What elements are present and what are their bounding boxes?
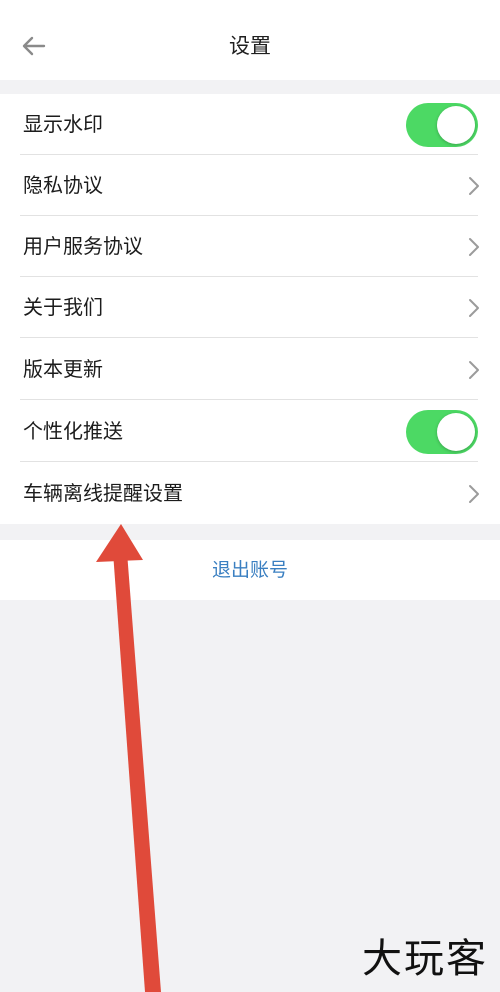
arrow-left-icon xyxy=(22,36,46,56)
chevron-right-icon xyxy=(469,361,479,379)
setting-row-personalized-push: 个性化推送 xyxy=(0,401,500,462)
logout-button[interactable]: 退出账号 xyxy=(0,540,500,600)
logout-section: 退出账号 xyxy=(0,540,500,600)
toggle-knob xyxy=(437,413,475,451)
watermark-logo: 大玩客 xyxy=(362,936,488,982)
setting-label: 关于我们 xyxy=(23,295,103,319)
setting-row-vehicle-offline-reminder[interactable]: 车辆离线提醒设置 xyxy=(0,463,500,524)
nav-header xyxy=(0,0,500,80)
chevron-right-icon xyxy=(469,485,479,503)
arrow-shaft xyxy=(113,552,161,992)
row-divider xyxy=(20,461,478,462)
chevron-right-icon xyxy=(469,177,479,195)
setting-label: 个性化推送 xyxy=(23,419,123,443)
setting-row-privacy-policy[interactable]: 隐私协议 xyxy=(0,155,500,216)
settings-list: 显示水印 隐私协议 用户服务协议 关于我们 版本更新 个性化推送 车辆离线提醒设… xyxy=(0,94,500,524)
chevron-right-icon xyxy=(469,238,479,256)
setting-row-show-watermark: 显示水印 xyxy=(0,94,500,155)
setting-label: 用户服务协议 xyxy=(23,234,143,258)
setting-row-user-agreement[interactable]: 用户服务协议 xyxy=(0,216,500,277)
row-divider xyxy=(20,399,478,400)
setting-label: 版本更新 xyxy=(23,357,103,381)
chevron-right-icon xyxy=(469,299,479,317)
setting-row-about-us[interactable]: 关于我们 xyxy=(0,277,500,338)
toggle-knob xyxy=(437,106,475,144)
back-button[interactable] xyxy=(14,28,54,64)
personalized-push-toggle[interactable] xyxy=(406,410,478,454)
show-watermark-toggle[interactable] xyxy=(406,103,478,147)
setting-label: 车辆离线提醒设置 xyxy=(23,481,183,505)
row-divider xyxy=(20,337,478,338)
setting-label: 隐私协议 xyxy=(23,173,103,197)
setting-row-version-update[interactable]: 版本更新 xyxy=(0,339,500,400)
setting-label: 显示水印 xyxy=(23,112,103,136)
